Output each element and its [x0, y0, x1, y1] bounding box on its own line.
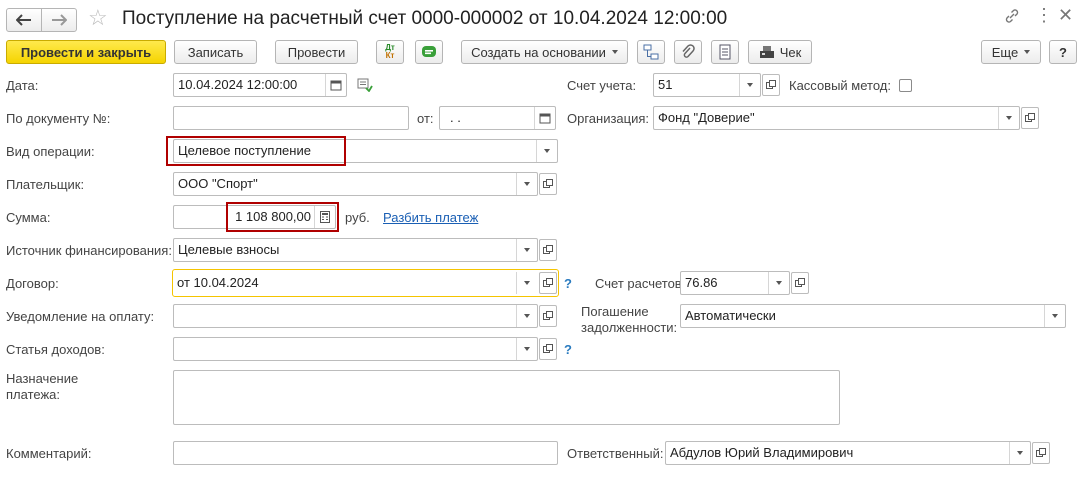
more-menu-icon[interactable]: ⋮ [1035, 6, 1053, 24]
settlement-account-label: Счет расчетов: [595, 276, 686, 291]
settlement-account-select[interactable]: 76.86 [680, 271, 790, 295]
chevron-down-icon[interactable] [1044, 305, 1065, 327]
favorite-star-icon[interactable]: ☆ [88, 6, 108, 30]
payer-label: Плательщик: [6, 177, 85, 192]
forward-button[interactable] [41, 8, 77, 32]
back-button[interactable] [6, 8, 42, 32]
responsible-label: Ответственный: [567, 446, 664, 461]
organization-label: Организация: [567, 111, 650, 126]
split-payment-link[interactable]: Разбить платеж [383, 210, 478, 225]
open-income-item-button[interactable] [539, 338, 557, 360]
report-button[interactable] [711, 40, 739, 64]
create-based-on-button[interactable]: Создать на основании [461, 40, 628, 64]
cash-method-checkbox[interactable] [899, 79, 912, 92]
window-title: Поступление на расчетный счет 0000-00000… [122, 8, 728, 29]
contract-help-icon[interactable]: ? [564, 276, 572, 291]
open-account-button[interactable] [762, 74, 780, 96]
document-list-icon [719, 44, 731, 60]
open-icon [1025, 113, 1035, 122]
payment-purpose-label: Назначение платежа: [6, 371, 79, 402]
arrow-right-icon [52, 14, 67, 26]
highlight-sum [226, 202, 339, 232]
from-label: от: [417, 111, 434, 126]
chevron-down-icon[interactable] [739, 74, 760, 96]
currency-label: руб. [345, 210, 370, 225]
chevron-down-icon[interactable] [1009, 442, 1030, 464]
calendar-icon[interactable] [534, 107, 555, 129]
open-icon [766, 80, 776, 89]
close-icon[interactable]: ✕ [1058, 5, 1073, 25]
help-button[interactable]: ? [1049, 40, 1077, 64]
open-contract-button[interactable] [539, 272, 557, 294]
date-field[interactable]: 10.04.2024 12:00:00 [173, 73, 347, 97]
open-payer-button[interactable] [539, 173, 557, 195]
chevron-down-icon[interactable] [516, 239, 537, 261]
open-responsible-button[interactable] [1032, 442, 1050, 464]
open-icon [543, 179, 553, 188]
date-label: Дата: [6, 78, 39, 93]
payment-notice-select[interactable] [173, 304, 538, 328]
account-select[interactable]: 51 [653, 73, 761, 97]
link-icon[interactable] [1004, 8, 1020, 27]
open-notice-button[interactable] [539, 305, 557, 327]
funding-source-label: Источник финансирования: [6, 243, 172, 258]
debt-repayment-select[interactable]: Автоматически [680, 304, 1066, 328]
arrow-left-icon [16, 14, 31, 26]
dt-kt-button[interactable]: Дт Кт [376, 40, 404, 64]
organization-select[interactable]: Фонд "Доверие" [653, 106, 1020, 130]
chevron-down-icon[interactable] [768, 272, 789, 294]
receipt-button[interactable]: Чек [748, 40, 812, 64]
open-settlement-account-button[interactable] [791, 272, 809, 294]
chevron-down-icon[interactable] [516, 338, 537, 360]
chevron-down-icon[interactable] [516, 305, 537, 327]
responsible-select[interactable]: Абдулов Юрий Владимирович [665, 441, 1031, 465]
contract-select[interactable]: от 10.04.2024 [172, 269, 559, 297]
post-button[interactable]: Провести [275, 40, 358, 64]
account-label: Счет учета: [567, 78, 637, 93]
open-icon [543, 278, 553, 287]
open-icon [543, 311, 553, 320]
more-button[interactable]: Еще [981, 40, 1041, 64]
chevron-down-icon[interactable] [516, 173, 537, 195]
save-button[interactable]: Записать [174, 40, 257, 64]
post-and-close-button[interactable]: Провести и закрыть [6, 40, 166, 64]
attachments-button[interactable] [674, 40, 702, 64]
open-icon [543, 245, 553, 254]
payment-purpose-textarea[interactable] [173, 370, 840, 425]
open-icon [1036, 448, 1046, 457]
dt-kt-icon: Дт Кт [385, 43, 395, 60]
calendar-icon[interactable] [325, 74, 346, 96]
open-icon [795, 278, 805, 287]
income-item-label: Статья доходов: [6, 342, 105, 357]
structure-button[interactable] [637, 40, 665, 64]
operation-type-label: Вид операции: [6, 144, 95, 159]
open-log-icon[interactable] [357, 78, 373, 95]
chevron-down-icon[interactable] [516, 272, 537, 294]
open-organization-button[interactable] [1021, 107, 1039, 129]
payer-select[interactable]: ООО "Спорт" [173, 172, 538, 196]
payment-notice-label: Уведомление на оплату: [6, 309, 155, 324]
chat-icon [422, 46, 436, 57]
hierarchy-icon [643, 44, 659, 60]
doc-number-input[interactable] [173, 106, 409, 130]
paperclip-icon [682, 44, 695, 58]
chevron-down-icon[interactable] [536, 140, 557, 162]
contract-label: Договор: [6, 276, 59, 291]
income-item-select[interactable] [173, 337, 538, 361]
doc-number-label: По документу №: [6, 111, 111, 126]
income-item-help-icon[interactable]: ? [564, 342, 572, 357]
doc-date-field[interactable]: . . [439, 106, 556, 130]
highlight-operation-type [166, 136, 346, 166]
edo-button[interactable] [415, 40, 443, 64]
debt-repayment-label: Погашение задолженности: [581, 304, 678, 335]
cash-method-label: Кассовый метод: [789, 78, 891, 93]
funding-source-select[interactable]: Целевые взносы [173, 238, 538, 262]
chevron-down-icon[interactable] [998, 107, 1019, 129]
cash-register-icon [759, 46, 774, 58]
open-icon [543, 344, 553, 353]
comment-label: Комментарий: [6, 446, 92, 461]
comment-input[interactable] [173, 441, 558, 465]
sum-label: Сумма: [6, 210, 51, 225]
open-funding-source-button[interactable] [539, 239, 557, 261]
